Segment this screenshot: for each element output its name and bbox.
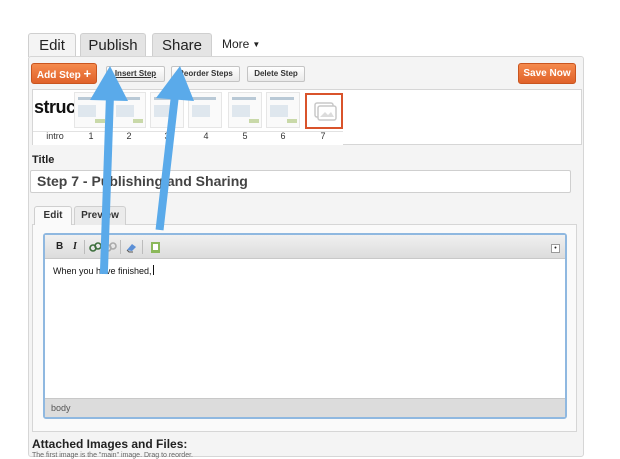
- arrow-to-share: [155, 66, 194, 231]
- arrow-to-publish: [90, 66, 128, 275]
- annotation-arrows: [90, 66, 194, 275]
